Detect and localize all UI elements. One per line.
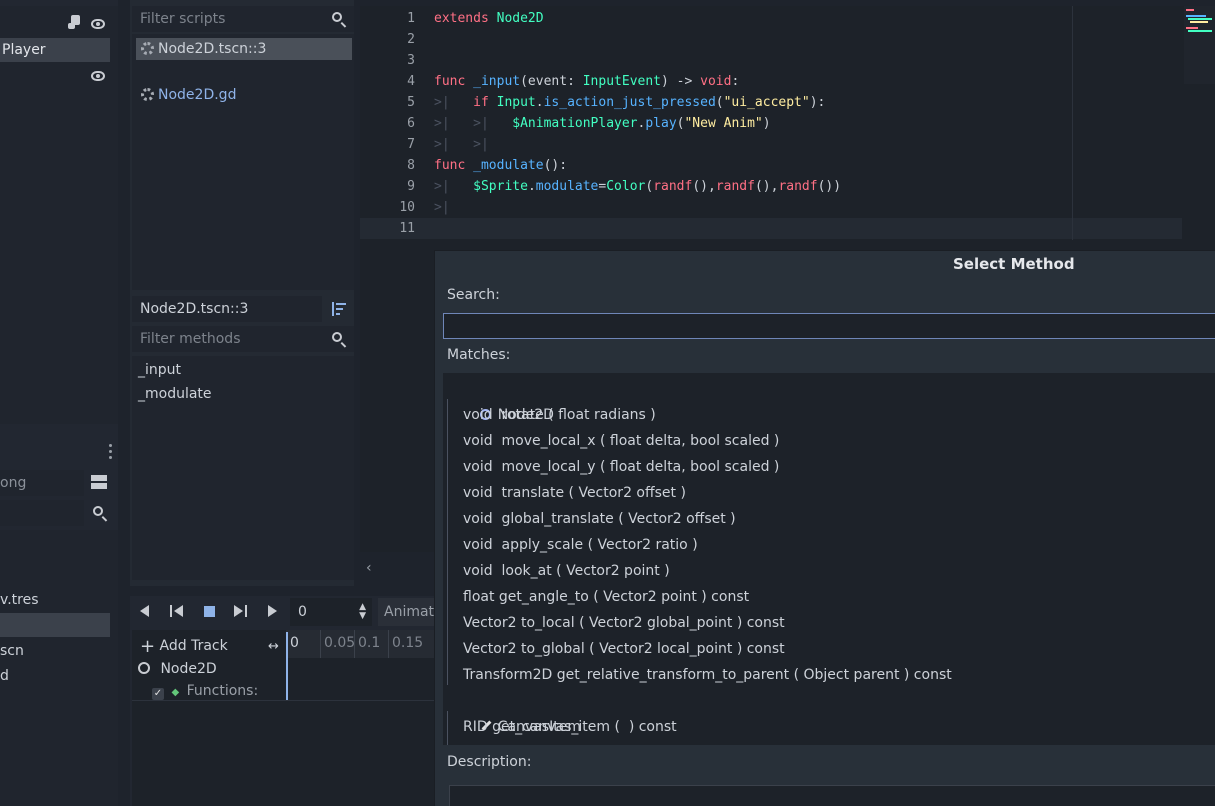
checkbox-icon[interactable]: ✓ — [152, 688, 164, 700]
scene-dock: Player ong v.tres scn d — [0, 0, 118, 806]
code-line: 2 — [407, 32, 415, 47]
script-item-node2d-tscn[interactable]: Node2D.tscn::3 — [136, 38, 352, 60]
track-editor: + Add Track ↔ 0 0.05 0.1 0.15 Node2D ✓ ◆… — [132, 630, 440, 806]
visibility-eye-icon[interactable] — [91, 17, 105, 33]
playhead[interactable] — [286, 632, 288, 700]
animation-select[interactable]: Animati — [378, 598, 440, 626]
plus-icon: + — [140, 636, 156, 657]
description-box — [449, 785, 1215, 806]
track-node-row[interactable]: Node2D — [138, 658, 217, 680]
search-icon — [332, 332, 342, 342]
filesystem-filter-input[interactable] — [0, 500, 84, 526]
file-item[interactable]: d — [0, 665, 9, 687]
animation-panel: 0 ▲ ▼ Animati + Add Track ↔ 0 0.05 0.1 0.… — [130, 596, 440, 806]
method-item[interactable]: void move_local_y ( float delta, bool sc… — [463, 454, 779, 480]
code-line: 5 >| if Input.is_action_just_pressed("ui… — [407, 95, 826, 110]
script-list-panel: Filter scripts Node2D.tscn::3 Node2D.gd … — [130, 0, 354, 586]
code-line: 8 func _modulate(): — [407, 158, 568, 173]
method-item[interactable]: float get_angle_to ( Vector2 point ) con… — [463, 584, 749, 610]
search-icon — [332, 12, 342, 22]
zoom-width-icon[interactable]: ↔ — [268, 639, 279, 654]
gear-icon — [141, 88, 154, 101]
code-line: 10 >| — [399, 200, 450, 215]
method-item[interactable]: void global_translate ( Vector2 offset ) — [463, 506, 736, 532]
matches-label: Matches: — [447, 347, 511, 363]
ruler-tick: 0.15 — [392, 635, 424, 651]
code-line: 9 >| $Sprite.modulate=Color(randf(),rand… — [407, 179, 842, 194]
filter-methods-input[interactable]: Filter methods — [132, 326, 354, 352]
functions-label: Functions: — [186, 683, 259, 699]
sort-icon[interactable] — [332, 302, 346, 316]
code-line: 7 >| >| — [407, 137, 489, 152]
search-label: Search: — [447, 287, 500, 303]
step-forward-icon[interactable] — [234, 604, 248, 618]
filesystem-tree: v.tres scn d — [0, 530, 118, 806]
current-script-label: Node2D.tscn::3 — [132, 296, 322, 322]
scene-node-player[interactable]: Player — [0, 38, 110, 62]
timeline-ruler[interactable]: 0 0.05 0.1 0.15 — [286, 630, 440, 658]
code-line: 4 func _input(event: InputEvent) -> void… — [407, 74, 740, 89]
ruler-tick: 0.1 — [358, 635, 381, 651]
code-line: 1 extends Node2D — [407, 11, 544, 26]
method-list: _input _modulate — [132, 356, 354, 580]
line-length-guide — [1072, 6, 1073, 240]
method-item[interactable]: void apply_scale ( Vector2 ratio ) — [463, 532, 698, 558]
stop-icon[interactable] — [204, 606, 215, 617]
code-line-current: 11 — [360, 218, 1182, 239]
spin-arrows-icon[interactable]: ▲ ▼ — [359, 603, 366, 621]
tree-class-canvasitem[interactable]: CanvasItem — [453, 688, 581, 735]
method-search-input[interactable] — [443, 313, 1215, 339]
dock-menu-icon[interactable] — [109, 444, 112, 460]
method-item[interactable]: void look_at ( Vector2 point ) — [463, 558, 670, 584]
play-backwards-icon[interactable] — [140, 604, 154, 618]
split-view-icon[interactable] — [91, 475, 107, 489]
animation-time-spinbox[interactable]: 0 ▲ ▼ — [290, 598, 372, 626]
matches-tree[interactable]: Node2D void rotate ( float radians ) voi… — [443, 373, 1215, 745]
add-track-label: Add Track — [159, 638, 228, 654]
file-item[interactable]: v.tres — [0, 589, 39, 611]
dialog-title: Select Method — [953, 255, 1075, 273]
visibility-eye-icon[interactable] — [91, 69, 105, 85]
file-item-selected[interactable] — [0, 613, 110, 637]
track-node-label: Node2D — [160, 661, 217, 677]
method-item-modulate[interactable]: _modulate — [132, 382, 212, 406]
code-line: 3 — [407, 53, 415, 68]
functions-track-row[interactable]: ✓ ◆ Functions: — [152, 680, 258, 702]
select-method-dialog: Select Method Search: Matches: Node2D vo… — [434, 250, 1215, 806]
method-item[interactable]: Vector2 to_global ( Vector2 local_point … — [463, 636, 785, 662]
add-track-button[interactable]: + Add Track — [140, 635, 228, 657]
description-label: Description: — [447, 754, 532, 770]
method-item-input[interactable]: _input — [132, 358, 181, 382]
code-line: 6 >| >| $AnimationPlayer.play("New Anim"… — [407, 116, 771, 131]
node-icon — [138, 662, 150, 674]
chevron-left-icon[interactable]: ‹ — [366, 560, 378, 576]
time-value: 0 — [298, 604, 307, 620]
play-icon[interactable] — [268, 604, 282, 618]
method-item[interactable]: void move_local_x ( float delta, bool sc… — [463, 428, 779, 454]
ruler-tick: 0.05 — [324, 635, 356, 651]
method-item[interactable]: void translate ( Vector2 offset ) — [463, 480, 686, 506]
script-item-label: Node2D.tscn::3 — [158, 41, 267, 57]
filter-scripts-input[interactable]: Filter scripts — [132, 6, 354, 32]
method-item[interactable]: Vector2 to_local ( Vector2 global_point … — [463, 610, 785, 636]
script-list: Node2D.tscn::3 Node2D.gd — [132, 34, 354, 290]
tree-class-node2d[interactable]: Node2D — [453, 376, 554, 423]
filesystem-path-field[interactable]: ong — [0, 470, 84, 496]
script-icon[interactable] — [68, 15, 80, 29]
script-item-node2d-gd[interactable]: Node2D.gd — [136, 84, 352, 106]
code-minimap[interactable] — [1184, 6, 1215, 84]
method-item[interactable]: RID get_canvas_item ( ) const — [463, 714, 677, 740]
gear-icon — [141, 42, 154, 55]
ruler-tick: 0 — [290, 635, 299, 651]
method-item[interactable]: Transform2D get_relative_transform_to_pa… — [463, 662, 952, 688]
file-item[interactable]: scn — [0, 640, 24, 662]
script-item-label: Node2D.gd — [158, 87, 237, 103]
search-icon — [93, 506, 103, 516]
diamond-icon: ◆ — [171, 687, 180, 698]
method-item[interactable]: void rotate ( float radians ) — [463, 402, 656, 428]
step-backward-icon[interactable] — [170, 604, 184, 618]
